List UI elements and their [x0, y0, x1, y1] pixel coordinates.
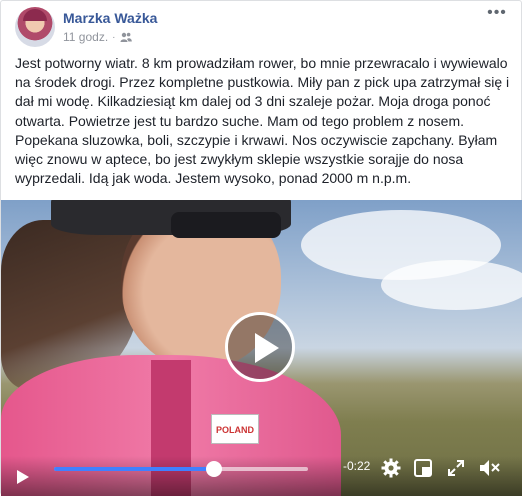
video-player[interactable]: POLAND -0:22 [1, 200, 522, 496]
meta-separator: · [112, 31, 116, 43]
progress-fill [54, 467, 215, 471]
facebook-post: Marzka Ważka 11 godz. · ••• Jest potworn… [0, 0, 522, 496]
post-meta: 11 godz. · [63, 30, 132, 44]
avatar[interactable] [15, 7, 55, 47]
progress-handle[interactable] [206, 461, 223, 477]
post-header: Marzka Ważka 11 godz. · ••• [15, 5, 511, 49]
fullscreen-icon[interactable] [447, 459, 465, 477]
gear-icon[interactable] [381, 458, 401, 478]
progress-bar[interactable] [54, 461, 308, 477]
speaker-muted-icon[interactable] [479, 458, 501, 478]
time-remaining: -0:22 [343, 459, 371, 473]
picture-in-picture-icon[interactable] [414, 459, 432, 477]
video-frame-cloud [381, 260, 522, 310]
post-text: Jest potworny wiatr. 8 km prowadziłam ro… [15, 55, 510, 187]
friends-icon[interactable] [120, 31, 132, 43]
video-controls-bar [1, 456, 522, 496]
post-timestamp[interactable]: 11 godz. [63, 30, 108, 44]
play-icon[interactable] [17, 470, 29, 484]
author-name[interactable]: Marzka Ważka [63, 10, 157, 26]
video-frame-sunglasses [171, 212, 281, 238]
more-horizontal-icon[interactable]: ••• [485, 5, 509, 27]
jersey-flag-patch: POLAND [211, 414, 259, 444]
play-overlay-button[interactable] [225, 312, 295, 382]
